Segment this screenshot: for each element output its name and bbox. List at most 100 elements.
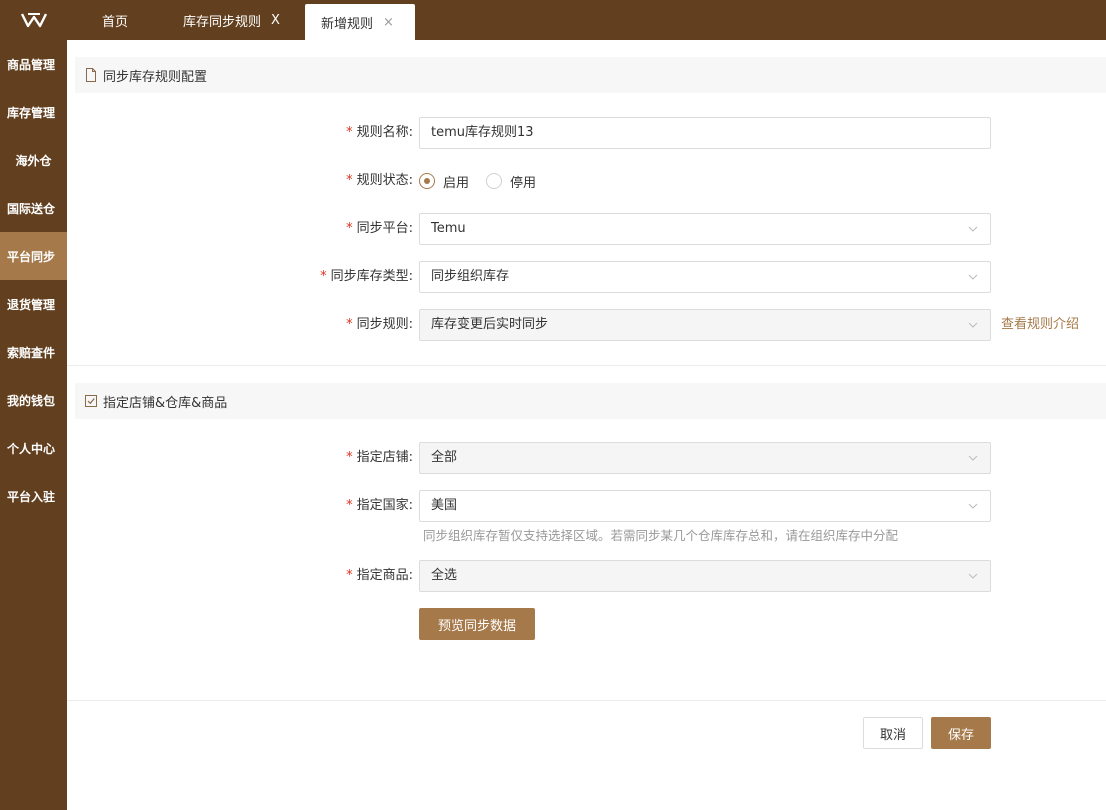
- sidebar-item-label: 平台入驻: [7, 489, 56, 504]
- sidebar-item-intl-delivery[interactable]: 国际送仓: [0, 184, 67, 232]
- main-content: 同步库存规则配置 * 规则名称: temu库存规则13 * 规则状态: 启用 停用 …: [67, 40, 1106, 810]
- select-value: 库存变更后实时同步: [431, 317, 549, 332]
- sidebar-item-label: 海外仓: [15, 153, 52, 168]
- select-value: 全部: [431, 450, 458, 465]
- sidebar-item-label: 索赔查件: [7, 345, 56, 360]
- tab-stock-sync-rules[interactable]: 库存同步规则 X: [183, 0, 280, 40]
- chevron-down-icon: [968, 573, 978, 579]
- store-label: * 指定店铺:: [346, 442, 413, 474]
- required-mark: *: [346, 173, 353, 188]
- platform-label: * 同步平台:: [346, 213, 413, 245]
- sidebar-item-label: 退货管理: [7, 297, 56, 312]
- label-text: 规则名称:: [356, 125, 413, 140]
- select-value: 同步组织库存: [431, 269, 510, 284]
- required-mark: *: [346, 125, 353, 140]
- sync-rule-select[interactable]: 库存变更后实时同步: [419, 309, 991, 341]
- tab-label: 新增规则: [321, 16, 374, 32]
- label-text: 同步库存类型:: [330, 269, 413, 284]
- form-row-platform: * 同步平台: Temu: [67, 213, 1106, 245]
- close-icon[interactable]: ×: [383, 15, 394, 30]
- close-icon[interactable]: X: [271, 13, 280, 28]
- country-label: * 指定国家:: [346, 490, 413, 522]
- select-value: 全选: [431, 568, 458, 583]
- sidebar-item-label: 商品管理: [7, 57, 56, 72]
- radio-disable-label[interactable]: 停用: [510, 172, 536, 191]
- tab-new-rule[interactable]: 新增规则 ×: [305, 4, 415, 40]
- country-select[interactable]: 美国: [419, 490, 991, 522]
- checkbox-icon: [85, 395, 97, 407]
- radio-disable[interactable]: [486, 173, 503, 189]
- required-mark: *: [320, 269, 327, 284]
- chevron-down-icon: [968, 455, 978, 461]
- form-row-country: * 指定国家: 美国: [67, 490, 1106, 522]
- platform-select[interactable]: Temu: [419, 213, 991, 245]
- form-row-product: * 指定商品: 全选: [67, 560, 1106, 592]
- sidebar-item-label: 个人中心: [7, 441, 56, 456]
- label-text: 指定国家:: [356, 498, 413, 513]
- section-title: 同步库存规则配置: [103, 69, 208, 85]
- form-row-rule-name: * 规则名称: temu库存规则13: [67, 117, 1106, 149]
- required-mark: *: [346, 568, 353, 583]
- product-label: * 指定商品:: [346, 560, 413, 592]
- sidebar-item-product[interactable]: 商品管理: [0, 40, 67, 88]
- divider: [67, 700, 1106, 701]
- form-row-stock-type: * 同步库存类型: 同步组织库存: [67, 261, 1106, 293]
- sidebar-item-platform-onboarding[interactable]: 平台入驻: [0, 472, 67, 520]
- rule-status-radio-group: 启用 停用: [419, 165, 553, 197]
- section-header-rule-config: 同步库存规则配置: [75, 57, 1106, 93]
- sidebar-item-returns[interactable]: 退货管理: [0, 280, 67, 328]
- required-mark: *: [346, 221, 353, 236]
- save-button[interactable]: 保存: [931, 717, 991, 749]
- label-text: 同步规则:: [356, 317, 413, 332]
- select-value: 美国: [431, 498, 458, 513]
- tab-home[interactable]: 首页: [102, 0, 128, 40]
- tab-label: 首页: [102, 14, 129, 30]
- view-rule-intro-link[interactable]: 查看规则介绍: [1001, 309, 1079, 341]
- product-select[interactable]: 全选: [419, 560, 991, 592]
- sidebar-item-wallet[interactable]: 我的钱包: [0, 376, 67, 424]
- top-bar: 首页 库存同步规则 X 新增规则 ×: [0, 0, 1106, 40]
- label-text: 规则状态:: [356, 173, 413, 188]
- sidebar-item-label: 库存管理: [7, 105, 56, 120]
- cancel-button[interactable]: 取消: [863, 717, 923, 749]
- section-title: 指定店铺&仓库&商品: [103, 395, 228, 411]
- label-text: 指定店铺:: [356, 450, 413, 465]
- preview-sync-data-button[interactable]: 预览同步数据: [419, 608, 535, 640]
- label-text: 指定商品:: [356, 568, 413, 583]
- sidebar-item-inventory[interactable]: 库存管理: [0, 88, 67, 136]
- required-mark: *: [346, 450, 353, 465]
- radio-enable-label[interactable]: 启用: [443, 172, 469, 191]
- logo[interactable]: [0, 0, 67, 40]
- stock-type-label: * 同步库存类型:: [320, 261, 413, 293]
- document-icon: [86, 68, 96, 82]
- chevron-down-icon: [968, 226, 978, 232]
- required-mark: *: [346, 317, 353, 332]
- sidebar: 商品管理库存管理海外仓国际送仓平台同步退货管理索赔查件我的钱包个人中心平台入驻: [0, 40, 67, 810]
- tab-label: 库存同步规则: [183, 14, 262, 30]
- sidebar-item-platform-sync[interactable]: 平台同步: [0, 232, 67, 280]
- country-hint-text: 同步组织库存暂仅支持选择区域。若需同步某几个仓库库存总和，请在组织库存中分配: [423, 528, 899, 543]
- sidebar-item-overseas-warehouse[interactable]: 海外仓: [0, 136, 67, 184]
- logo-icon: [20, 13, 47, 28]
- form-row-sync-rule: * 同步规则: 库存变更后实时同步 查看规则介绍: [67, 309, 1106, 341]
- form-row-store: * 指定店铺: 全部: [67, 442, 1106, 474]
- sidebar-item-label: 我的钱包: [7, 393, 56, 408]
- label-text: 同步平台:: [356, 221, 413, 236]
- sidebar-item-label: 国际送仓: [7, 201, 56, 216]
- section-header-store-warehouse: 指定店铺&仓库&商品: [75, 383, 1106, 419]
- divider: [67, 365, 1106, 366]
- sidebar-item-profile[interactable]: 个人中心: [0, 424, 67, 472]
- form-row-rule-status: * 规则状态: 启用 停用: [67, 165, 1106, 197]
- select-value: Temu: [431, 221, 466, 236]
- rule-status-label: * 规则状态:: [346, 165, 413, 197]
- sidebar-item-claims[interactable]: 索赔查件: [0, 328, 67, 376]
- stock-type-select[interactable]: 同步组织库存: [419, 261, 991, 293]
- sync-rule-label: * 同步规则:: [346, 309, 413, 341]
- rule-name-input[interactable]: temu库存规则13: [419, 117, 991, 149]
- rule-name-label: * 规则名称:: [346, 117, 413, 149]
- required-mark: *: [346, 498, 353, 513]
- chevron-down-icon: [968, 322, 978, 328]
- chevron-down-icon: [968, 503, 978, 509]
- radio-enable[interactable]: [419, 173, 435, 189]
- store-select[interactable]: 全部: [419, 442, 991, 474]
